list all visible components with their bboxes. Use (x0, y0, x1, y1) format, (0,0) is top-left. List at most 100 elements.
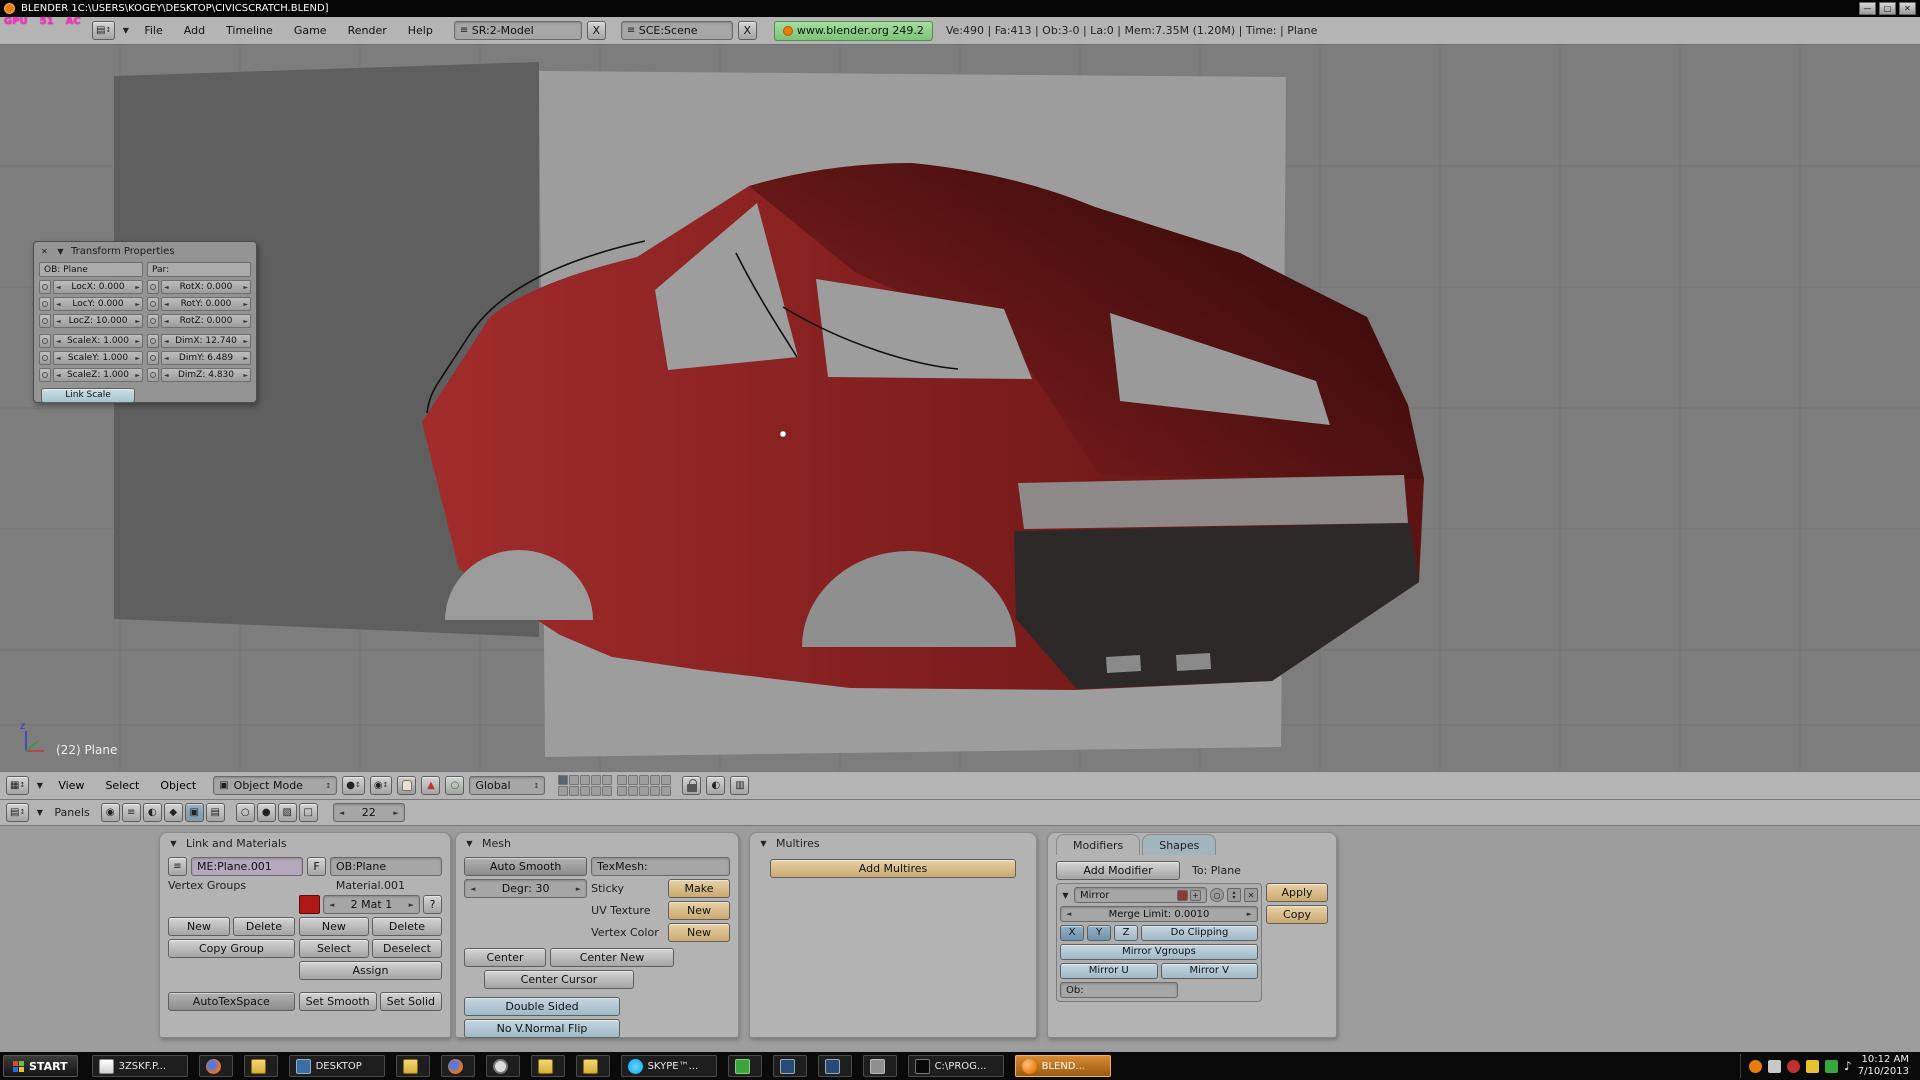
layer-toggle[interactable] (628, 775, 638, 785)
subcontext-world-icon[interactable]: □ (299, 803, 318, 822)
lock-icon[interactable] (39, 334, 51, 348)
increment-arrow[interactable]: ► (243, 284, 248, 291)
set-smooth-button[interactable]: Set Smooth (299, 992, 377, 1011)
editor-type-icon[interactable]: ▤↕ (92, 21, 115, 40)
mirror-object-field[interactable]: Ob: (1060, 982, 1178, 998)
start-button[interactable]: START (3, 1055, 78, 1077)
tab-modifiers[interactable]: Modifiers (1056, 834, 1140, 855)
manipulator-rotate-icon[interactable]: ○ (445, 776, 464, 795)
lock-icon[interactable] (39, 280, 51, 294)
mirror-axis-z-toggle[interactable]: Z (1114, 925, 1138, 941)
scene-selector[interactable]: ≡ SCE:Scene (621, 21, 733, 40)
decrement-arrow[interactable]: ◄ (56, 301, 61, 308)
layer-toggle[interactable] (661, 775, 671, 785)
lock-icon[interactable] (39, 314, 51, 328)
decrement-arrow[interactable]: ◄ (56, 338, 61, 345)
editor-type-icon[interactable]: ▤↕ (6, 803, 29, 822)
link-scale-button[interactable]: Link Scale (41, 388, 135, 403)
object-datablock-field[interactable]: OB:Plane (330, 857, 442, 876)
layer-toggle[interactable] (617, 786, 627, 796)
roty-field[interactable]: ◄RotY: 0.000► (161, 297, 251, 311)
center-button[interactable]: Center (464, 948, 546, 967)
material-assign-button[interactable]: Assign (299, 961, 442, 980)
tray-clock[interactable]: 10:12 AM 7/10/2013 (1858, 1054, 1909, 1078)
layer-buttons-group-1[interactable] (558, 775, 612, 796)
center-cursor-button[interactable]: Center Cursor (484, 970, 634, 989)
menu-object[interactable]: Object (152, 777, 204, 794)
tray-updates-icon[interactable] (1768, 1060, 1781, 1073)
subcontext-material-icon[interactable]: ● (257, 803, 276, 822)
rotz-field[interactable]: ◄RotZ: 0.000► (161, 314, 251, 328)
material-color-swatch[interactable] (299, 895, 320, 914)
decrement-arrow[interactable]: ◄ (470, 885, 475, 893)
layer-buttons-group-2[interactable] (617, 775, 671, 796)
mode-selector[interactable]: ▣ Object Mode ↕ (213, 776, 337, 795)
layer-toggle[interactable] (661, 786, 671, 796)
auto-smooth-button[interactable]: Auto Smooth (464, 857, 587, 876)
no-vnormal-flip-toggle[interactable]: No V.Normal Flip (464, 1019, 620, 1038)
material-deselect-button[interactable]: Deselect (372, 939, 442, 958)
taskbar-item-folder[interactable] (396, 1055, 430, 1077)
subcontext-texture-icon[interactable]: ▨ (278, 803, 297, 822)
parent-field[interactable]: Par: (147, 262, 251, 277)
screen-close-button[interactable]: X (587, 21, 606, 40)
double-sided-toggle[interactable]: Double Sided (464, 997, 620, 1016)
header-collapse-icon[interactable]: ▼ (34, 807, 45, 818)
mesh-datablock-field[interactable]: ME:Plane.001 (191, 857, 303, 876)
layer-toggle[interactable] (558, 786, 568, 796)
menu-help[interactable]: Help (400, 22, 441, 39)
decrement-arrow[interactable]: ◄ (164, 284, 169, 291)
taskbar-item-firefox[interactable] (441, 1055, 475, 1077)
add-multires-button[interactable]: Add Multires (770, 859, 1016, 878)
menu-file[interactable]: File (136, 22, 170, 39)
tray-yellow-status-icon[interactable] (1806, 1060, 1819, 1073)
context-object-icon[interactable]: ◆ (164, 803, 183, 822)
lock-icon[interactable] (147, 351, 159, 365)
lock-icon[interactable] (147, 334, 159, 348)
layer-toggle[interactable] (602, 786, 612, 796)
locx-field[interactable]: ◄LocX: 0.000► (53, 280, 143, 294)
increment-arrow[interactable]: ► (243, 355, 248, 362)
layer-toggle[interactable] (558, 775, 568, 785)
modifier-copy-button[interactable]: Copy (1266, 905, 1328, 924)
uv-texture-new-button[interactable]: New (668, 901, 730, 920)
increment-arrow[interactable]: ► (135, 301, 140, 308)
taskbar-item-folder[interactable] (531, 1055, 565, 1077)
do-clipping-toggle[interactable]: Do Clipping (1141, 925, 1258, 941)
increment-arrow[interactable]: ► (243, 338, 248, 345)
material-new-button[interactable]: New (299, 917, 369, 936)
taskbar-item-chat[interactable] (728, 1055, 762, 1077)
menu-view[interactable]: View (50, 777, 92, 794)
decrement-arrow[interactable]: ◄ (164, 355, 169, 362)
subcontext-lamp-icon[interactable]: ○ (236, 803, 255, 822)
scalex-field[interactable]: ◄ScaleX: 1.000► (53, 334, 143, 348)
menu-timeline[interactable]: Timeline (218, 22, 281, 39)
material-index-field[interactable]: ◄ 2 Mat 1 ► (323, 895, 420, 914)
menu-select[interactable]: Select (97, 777, 147, 794)
orientation-selector[interactable]: Global ↕ (469, 776, 545, 795)
mirror-v-toggle[interactable]: Mirror V (1161, 963, 1259, 979)
material-help-button[interactable]: ? (423, 895, 442, 914)
layer-toggle[interactable] (639, 786, 649, 796)
layer-toggle[interactable] (580, 775, 590, 785)
layer-toggle[interactable] (569, 786, 579, 796)
increment-arrow[interactable]: ► (135, 355, 140, 362)
layer-toggle[interactable] (580, 786, 590, 796)
lock-icon[interactable] (147, 280, 159, 294)
copy-group-button[interactable]: Copy Group (168, 939, 295, 958)
dimx-field[interactable]: ◄DimX: 12.740► (161, 334, 251, 348)
decrement-arrow[interactable]: ◄ (339, 809, 344, 817)
taskbar-item-desktop[interactable]: DESKTOP (289, 1055, 385, 1077)
layer-toggle[interactable] (591, 786, 601, 796)
modifier-apply-button[interactable]: Apply (1266, 883, 1328, 902)
editor-type-icon[interactable]: ▦↕ (6, 776, 29, 795)
scene-close-button[interactable]: X (738, 21, 757, 40)
rotx-field[interactable]: ◄RotX: 0.000► (161, 280, 251, 294)
draw-type-selector[interactable]: ●↕ (342, 776, 365, 795)
layer-toggle[interactable] (602, 775, 612, 785)
blender-version-link[interactable]: www.blender.org 249.2 (774, 21, 933, 41)
datablock-menu-icon[interactable]: ≡ (168, 857, 187, 876)
add-modifier-button[interactable]: Add Modifier (1056, 861, 1180, 880)
layer-toggle[interactable] (639, 775, 649, 785)
increment-arrow[interactable]: ► (1247, 910, 1252, 918)
